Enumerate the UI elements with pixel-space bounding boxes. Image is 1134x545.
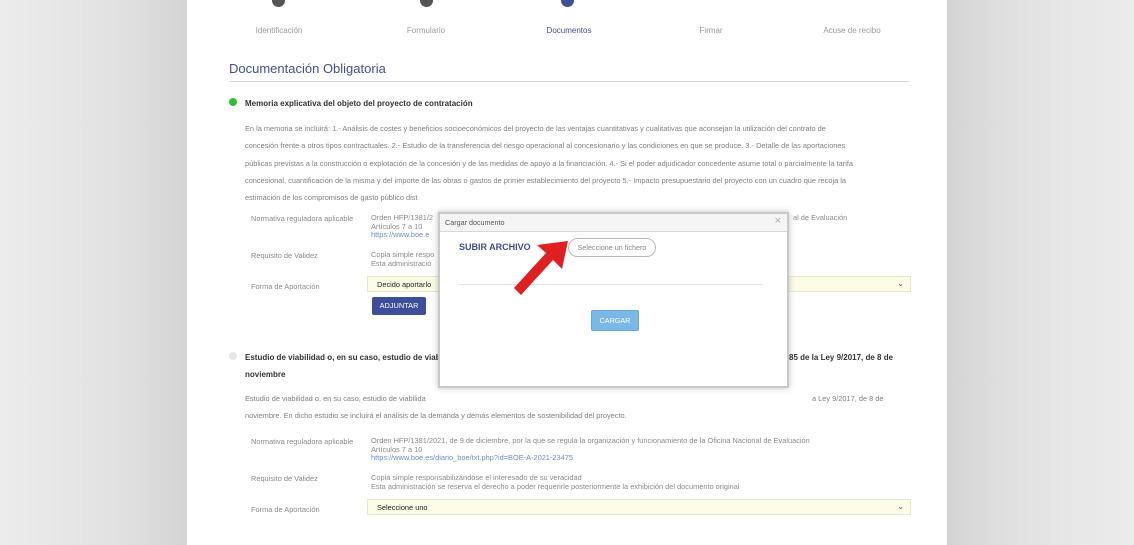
chevron-down-icon: ⌄ <box>897 279 904 288</box>
step-documentos[interactable]: Documentos <box>547 26 592 35</box>
section2-title-tail: 85 de la Ley 9/2017, de 8 de <box>789 353 894 362</box>
step-formulario[interactable]: Formulario <box>407 26 445 35</box>
step-firmar[interactable]: Firmar <box>699 26 722 35</box>
section1-requisito-value: Copia simple respo Esta administració <box>371 250 435 268</box>
section1-requisito-label: Requisito de Validez <box>251 251 318 260</box>
step-dot-documentos <box>561 0 574 7</box>
title-divider <box>229 81 909 82</box>
close-icon[interactable]: × <box>775 215 781 227</box>
section2-title: Estudio de viabilidad o, en su caso, est… <box>245 353 443 362</box>
section2-title-line2: noviembre <box>245 370 286 379</box>
section1-normativa-value: Orden HFP/1381/2 Artículos 7 a 10 https:… <box>371 213 434 240</box>
dialog-divider <box>459 284 763 285</box>
section1-forma-label: Forma de Aportación <box>251 282 320 291</box>
section1-boe-link[interactable]: https://www.boe.e <box>371 231 433 240</box>
section1-normativa-label: Normativa reguladora aplicable <box>251 214 354 223</box>
section1-normativa-tail: al de Evaluación <box>793 213 848 222</box>
dialog-header: Cargar documento × <box>440 214 787 232</box>
step-dot-formulario <box>420 0 433 7</box>
section2-boe-link[interactable]: https://www.boe.es/diario_boe/txt.php?id… <box>371 454 810 463</box>
status-pending-icon <box>229 352 237 360</box>
annotation-arrow-icon <box>514 241 568 295</box>
right-background <box>947 0 1134 545</box>
section1-title: Memoria explicativa del objeto del proye… <box>245 99 473 108</box>
section2-requisito-value: Copia simple responsabilizándose el inte… <box>371 473 740 491</box>
status-complete-icon <box>229 98 237 106</box>
left-background <box>0 0 187 545</box>
section2-forma-select[interactable]: Seleccione uno ⌄ <box>367 499 911 515</box>
section1-description: En la memoria se incluirá: 1.- Análisis … <box>245 124 854 203</box>
upload-dialog: Cargar documento × SUBIR ARCHIVO Selecci… <box>438 212 789 388</box>
section2-normativa-label: Normativa reguladora aplicable <box>251 437 354 446</box>
dialog-title: Cargar documento <box>445 218 505 227</box>
step-acuse-de-recibo[interactable]: Acuse de recibo <box>823 26 880 35</box>
page-title: Documentación Obligatoria <box>229 61 386 76</box>
section2-requisito-label: Requisito de Validez <box>251 474 318 483</box>
select-file-button[interactable]: Seleccione un fichero <box>568 238 656 257</box>
step-dot-identificacion <box>272 0 285 7</box>
section2-forma-label: Forma de Aportación <box>251 505 320 514</box>
chevron-down-icon: ⌄ <box>897 502 904 511</box>
section2-description-end: a Ley 9/2017, de 8 de <box>812 394 884 403</box>
section2-normativa-value: Orden HFP/1381/2021, de 9 de diciembre, … <box>371 436 810 463</box>
cargar-button[interactable]: CARGAR <box>591 310 639 331</box>
section2-description-start: Estudio de viabilidad o, en su caso, est… <box>245 394 426 403</box>
section2-description-line2: noviembre. En dicho estudio se incluirá … <box>245 411 627 420</box>
step-identificacion[interactable]: Identificación <box>256 26 303 35</box>
adjuntar-button[interactable]: ADJUNTAR <box>372 297 426 315</box>
